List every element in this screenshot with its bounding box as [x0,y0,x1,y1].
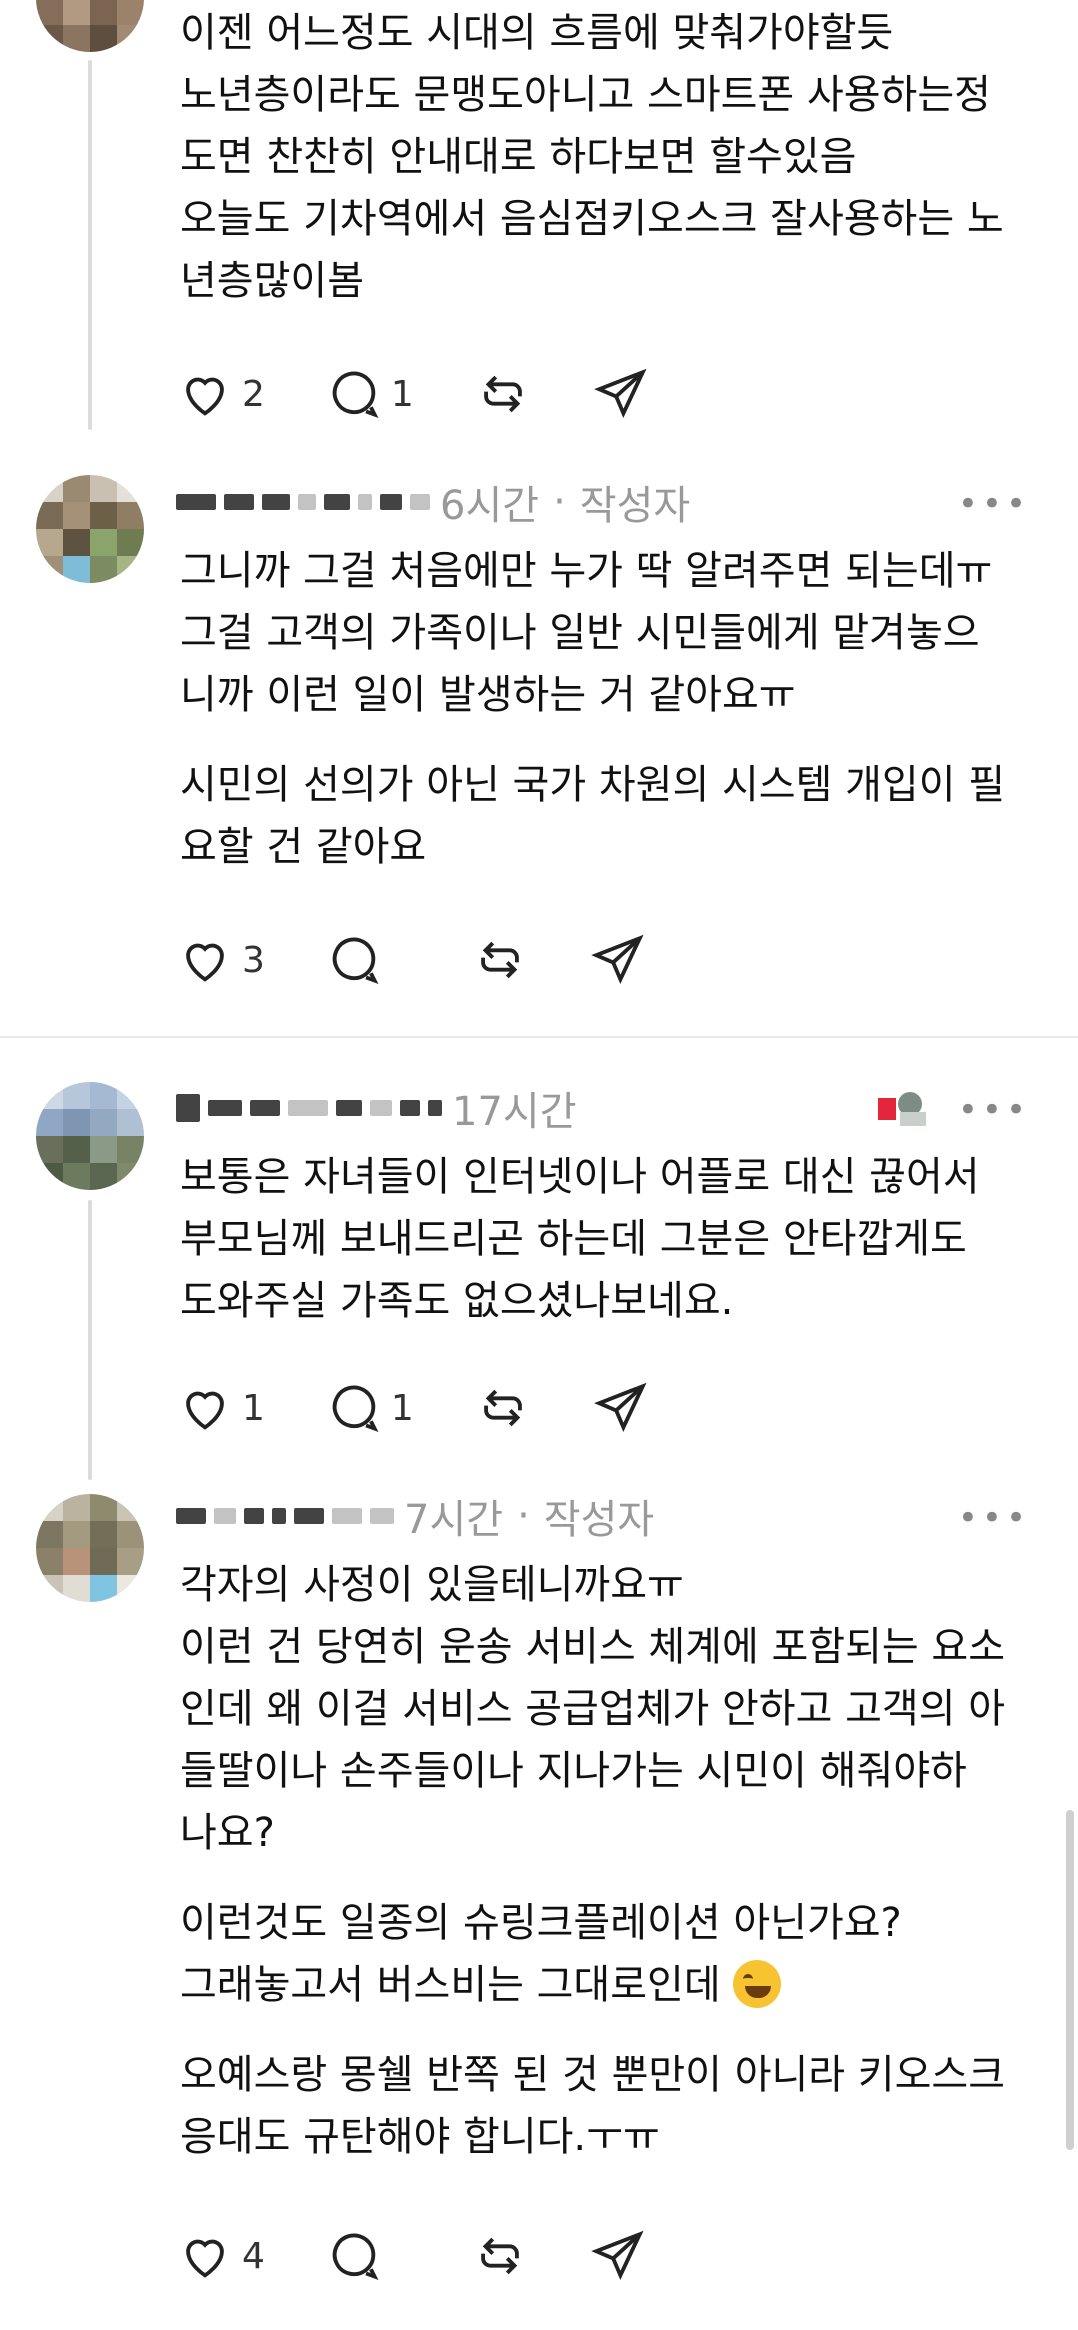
comment-header: 6시간 · 작성자 [176,472,690,532]
comment-text: 각자의 사정이 있을테니까요ㅠ 이런 건 당연히 운송 서비스 체계에 포함되는 … [180,1562,1006,2160]
repost-button[interactable] [471,931,529,989]
send-icon [591,2230,644,2281]
comment-actions: 3 [176,928,707,992]
comment-actions: 4 [176,2224,707,2288]
more-icon: ••• [957,484,1030,524]
comment-actions: 1 1 [176,1376,710,1440]
divider [0,1036,1078,1038]
like-button[interactable]: 4 [176,2227,265,2285]
comment-icon [332,1385,379,1433]
heart-icon [186,943,224,982]
comment-icon [332,371,379,419]
more-button[interactable]: ••• [958,1498,1030,1538]
thread-line [88,60,92,430]
reply-button[interactable]: 1 [325,365,414,423]
like-button[interactable]: 1 [176,1379,265,1437]
comment-text: 그니까 그걸 처음에만 누가 딱 알려주면 되는데ㅠ 그걸 고객의 가족이나 일반… [180,548,1006,870]
like-count: 2 [242,373,265,415]
send-icon [593,368,647,419]
like-button[interactable]: 3 [176,931,265,989]
reply-button[interactable]: 1 [325,1379,414,1437]
timestamp: 6시간 [440,483,540,529]
reply-button[interactable] [325,2227,411,2285]
comment-icon [332,2233,379,2281]
repost-button[interactable] [471,2227,529,2285]
thread-line [88,1200,92,1480]
heart-icon [186,1391,224,1430]
comment-header: 17시간 [176,1078,577,1138]
profile-badge-icon [878,1088,928,1128]
more-button[interactable]: ••• [958,1090,1030,1130]
timestamp: 7시간 [404,1497,504,1543]
like-count: 4 [242,2235,265,2277]
timestamp: 17시간 [452,1089,577,1135]
username-blurred[interactable] [176,1508,394,1524]
repost-icon [483,375,522,413]
comment-header: 7시간 · 작성자 [176,1486,654,1546]
avatar[interactable] [36,1494,144,1602]
avatar[interactable] [36,0,144,52]
separator: · [553,479,566,525]
like-count: 1 [242,1387,265,1429]
reply-count: 1 [390,1387,414,1429]
share-button[interactable] [592,365,650,423]
send-icon [593,1382,647,1433]
heart-icon [186,2239,224,2278]
repost-icon [483,1389,522,1427]
more-icon: ••• [957,1498,1030,1538]
avatar[interactable] [36,1082,144,1190]
send-icon [591,934,644,985]
reply-count: 1 [390,373,414,415]
username-blurred[interactable] [176,494,430,510]
more-button[interactable]: ••• [958,484,1030,524]
author-label: 작성자 [579,483,691,529]
heart-icon [186,377,224,416]
repost-icon [481,941,519,979]
comment-text: 보통은 자녀들이 인터넷이나 어플로 대신 끊어서 부모님께 보내드리곤 하는데 … [180,1154,980,1324]
repost-button[interactable] [474,1379,532,1437]
like-count: 3 [242,939,265,981]
comment-text: 이젠 어느정도 시대의 흐름에 맞춰가야할듯 노년층이라도 문맹도아니고 스마트폰… [180,10,1004,304]
laughing-emoji-icon [733,1960,782,2008]
author-label: 작성자 [543,1497,655,1543]
reply-button[interactable] [325,931,411,989]
like-button[interactable]: 2 [176,365,265,423]
repost-icon [481,2237,519,2275]
scrollbar[interactable] [1066,1810,1074,2150]
share-button[interactable] [589,931,647,989]
username-blurred[interactable] [176,1094,442,1122]
separator: · [517,1493,530,1539]
repost-button[interactable] [474,365,532,423]
avatar[interactable] [36,475,144,583]
more-icon: ••• [957,1090,1030,1130]
share-button[interactable] [589,2227,647,2285]
comment-icon [332,937,379,985]
share-button[interactable] [592,1379,650,1437]
comment-actions: 2 1 [176,362,710,426]
